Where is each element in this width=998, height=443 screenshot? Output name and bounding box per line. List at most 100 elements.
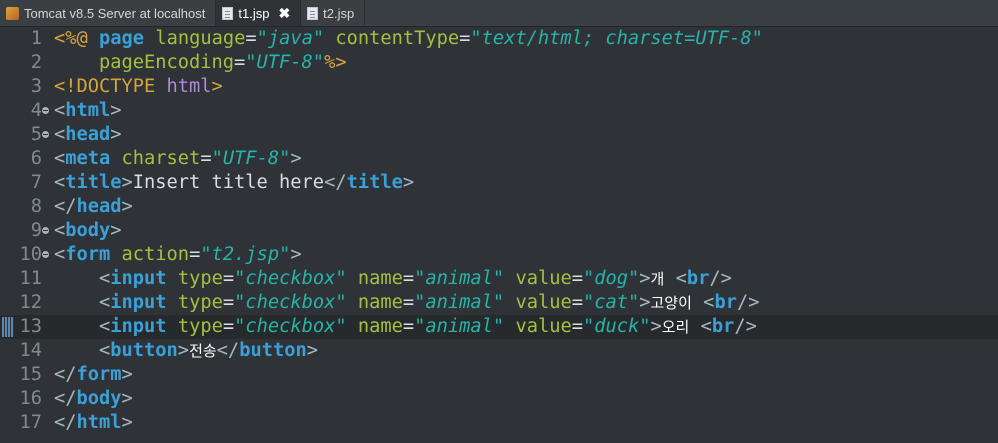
line-number: 15 (19, 364, 42, 385)
close-icon[interactable]: ✖ (278, 5, 290, 22)
fold-collapse-icon[interactable] (42, 107, 49, 114)
code-line[interactable]: 14 <button>전송</button> (0, 339, 998, 363)
code-token: action (121, 244, 190, 265)
code-line[interactable]: 12 <input type="checkbox" name="animal" … (0, 291, 998, 315)
editor-tab-bar: Tomcat v8.5 Server at localhost t1.jsp ✖… (0, 0, 998, 27)
code-token: > (110, 124, 122, 145)
code-token: language (155, 28, 246, 49)
code-text: <head> (54, 123, 122, 147)
code-token: name (357, 268, 403, 289)
code-token: < (700, 316, 712, 337)
code-token: <%@ (54, 28, 88, 49)
code-line[interactable]: 1 <%@ page language="java" contentType="t… (0, 27, 998, 51)
code-text: <title>Insert title here</title> (54, 171, 414, 195)
code-token: title (346, 172, 403, 193)
code-token: form (65, 244, 111, 265)
code-token: < (54, 100, 66, 121)
code-token: "checkbox" (234, 268, 347, 289)
jsp-file-icon (307, 6, 319, 20)
tab-t1-jsp[interactable]: t1.jsp ✖ (216, 0, 302, 26)
tab-label: Tomcat v8.5 Server at localhost (24, 5, 206, 21)
code-text: </body> (54, 387, 133, 411)
code-token: > (639, 292, 651, 313)
code-token: < (99, 316, 111, 337)
code-line[interactable]: 3 <!DOCTYPE html> (0, 75, 998, 99)
code-line[interactable]: 5 <head> (0, 123, 998, 147)
code-token: < (54, 148, 66, 169)
code-line[interactable]: 2 pageEncoding="UTF-8"%> (0, 51, 998, 75)
tab-t2-jsp[interactable]: t2.jsp (301, 0, 366, 26)
line-number: 13 (19, 316, 42, 337)
code-editor[interactable]: 1 <%@ page language="java" contentType="t… (0, 27, 998, 443)
code-token: = (402, 268, 415, 289)
code-token: > (211, 76, 223, 97)
code-token: > (650, 316, 662, 337)
code-token: name (357, 316, 403, 337)
code-text: </form> (54, 363, 133, 387)
code-token: value (515, 316, 572, 337)
code-text: <%@ page language="java" contentType="te… (54, 27, 763, 51)
code-token: < (675, 268, 687, 289)
tab-tomcat-server[interactable]: Tomcat v8.5 Server at localhost (0, 0, 217, 26)
code-line[interactable]: 17 </html> (0, 411, 998, 435)
code-token: < (54, 124, 66, 145)
code-token: </ (216, 340, 240, 361)
code-token: </ (54, 412, 77, 433)
code-token: < (703, 292, 715, 313)
code-token: body (76, 388, 122, 409)
code-token: "java" (256, 28, 325, 49)
code-token: < (99, 340, 111, 361)
code-token: </ (54, 364, 77, 385)
code-line[interactable]: 10 <form action="t2.jsp"> (0, 243, 998, 267)
code-line[interactable]: 6 <meta charset="UTF-8"> (0, 147, 998, 171)
code-line[interactable]: 11 <input type="checkbox" name="animal" … (0, 267, 998, 291)
code-line[interactable]: 16 </body> (0, 387, 998, 411)
code-token: > (306, 340, 318, 361)
code-token: < (99, 292, 111, 313)
code-text: <input type="checkbox" name="animal" val… (54, 267, 732, 291)
code-token: < (54, 172, 66, 193)
code-token: html (76, 412, 122, 433)
code-line[interactable]: 9 <body> (0, 219, 998, 243)
fold-collapse-icon[interactable] (42, 131, 49, 138)
code-token: = (571, 292, 583, 313)
fold-collapse-icon[interactable] (42, 227, 49, 234)
line-number: 7 (30, 172, 42, 193)
code-text: </head> (54, 195, 133, 219)
code-token: button (239, 340, 307, 361)
code-token: = (571, 268, 583, 289)
code-token: input (110, 292, 167, 313)
code-line[interactable]: 13 <input type="checkbox" name="animal" … (0, 315, 998, 339)
fold-collapse-icon[interactable] (42, 251, 49, 258)
code-token: form (76, 364, 122, 385)
server-icon (6, 6, 19, 20)
code-line[interactable]: 8 </head> (0, 195, 998, 219)
code-token: > (121, 196, 133, 217)
jsp-file-icon (222, 6, 234, 20)
code-text: <input type="checkbox" name="animal" val… (54, 315, 757, 339)
code-token: < (54, 220, 66, 241)
code-token: > (402, 172, 415, 193)
line-number: 5 (30, 124, 42, 145)
code-token: > (290, 244, 302, 265)
code-token: > (121, 412, 133, 433)
code-token: > (110, 100, 122, 121)
code-line[interactable]: 15 </form> (0, 363, 998, 387)
code-token: < (54, 244, 66, 265)
code-line[interactable]: 4 <html> (0, 99, 998, 123)
code-text: pageEncoding="UTF-8"%> (54, 51, 347, 75)
code-text: <meta charset="UTF-8"> (54, 147, 302, 171)
code-token: = (200, 148, 212, 169)
code-token: "animal" (414, 268, 505, 289)
code-token: "animal" (414, 292, 505, 313)
code-line[interactable]: 7 <title>Insert title here</title> (0, 171, 998, 195)
